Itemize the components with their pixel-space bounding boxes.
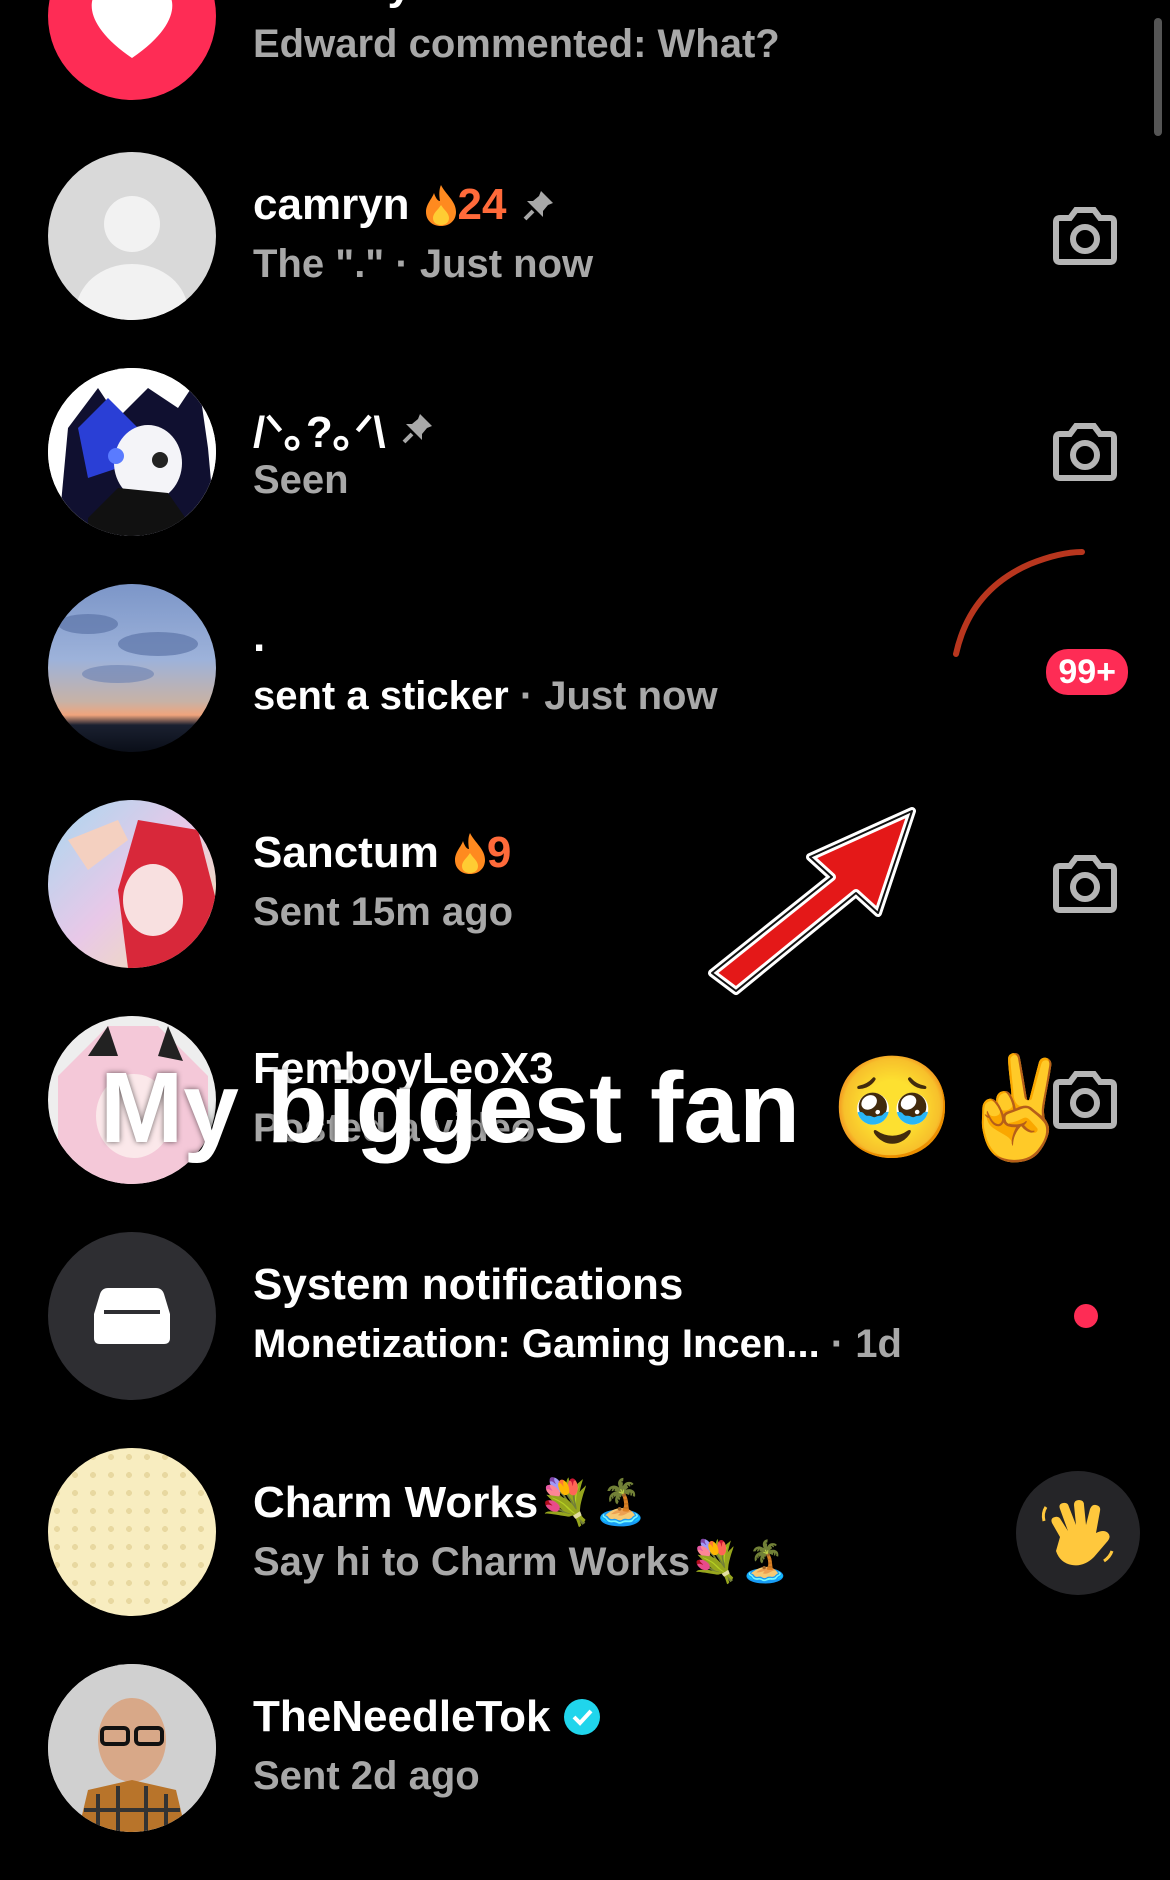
inbox-icon xyxy=(94,1288,170,1344)
profile-photo-image xyxy=(48,1664,216,1832)
avatar xyxy=(48,152,216,320)
pin-icon xyxy=(523,191,553,221)
caption-emoji: 🥹✌️ xyxy=(830,1052,1080,1164)
sky-avatar-image xyxy=(58,614,198,683)
heart-icon xyxy=(91,0,173,58)
row-name: . xyxy=(253,612,266,661)
camera-icon[interactable] xyxy=(1050,854,1120,914)
streak: 9 xyxy=(453,828,511,878)
row-subtitle: Seen xyxy=(253,458,349,502)
annotation-curve xyxy=(953,549,1085,657)
row-subtitle-time: · Just now xyxy=(508,674,718,718)
anime-avatar-image xyxy=(68,820,216,968)
default-avatar-icon xyxy=(76,196,188,320)
streak-count: 24 xyxy=(457,180,507,229)
list-item-camryn[interactable]: camryn 24 The "." · Just now xyxy=(0,128,1170,344)
unread-dot xyxy=(1074,1304,1098,1328)
row-name: System notifications xyxy=(253,1260,684,1309)
avatar xyxy=(48,1232,216,1400)
row-name: Sanctum xyxy=(253,828,439,877)
caption-text: My biggest fan xyxy=(100,1052,801,1164)
row-subtitle-time: · 1d xyxy=(819,1322,902,1366)
row-name: Activity xyxy=(253,0,412,10)
streak-count: 9 xyxy=(486,828,512,877)
list-item-theneedletok[interactable]: TheNeedleTok Sent 2d ago xyxy=(0,1640,1170,1856)
caption-overlay: My biggest fan 🥹✌️ xyxy=(100,1050,1079,1167)
row-subtitle: Sent 15m ago xyxy=(253,890,514,934)
row-subtitle: Say hi to Charm Works💐🏝️ xyxy=(253,1540,790,1584)
list-item-kaomoji[interactable]: /ᐠ｡?｡ᐟ\ Seen xyxy=(0,344,1170,560)
avatar xyxy=(48,800,216,968)
arrow-icon xyxy=(708,807,916,995)
row-subtitle: The "." · Just now xyxy=(253,242,594,286)
row-name: camryn xyxy=(253,180,410,229)
camera-icon[interactable] xyxy=(1050,422,1120,482)
fire-icon xyxy=(454,833,485,874)
row-name: /ᐠ｡?｡ᐟ\ xyxy=(253,408,386,457)
row-name: TheNeedleTok xyxy=(253,1692,551,1741)
row-subtitle-bold: sent a sticker xyxy=(253,674,509,718)
row-subtitle: Sent 2d ago xyxy=(253,1754,480,1798)
activity-avatar xyxy=(48,0,216,100)
list-item-system-notifications[interactable]: System notifications Monetization: Gamin… xyxy=(0,1208,1170,1424)
fire-icon xyxy=(425,185,456,226)
camera-icon[interactable] xyxy=(1050,206,1120,266)
wave-icon xyxy=(1041,1500,1114,1566)
list-item-sanctum[interactable]: Sanctum 9 Sent 15m ago xyxy=(0,776,1170,992)
list-item-activity[interactable]: Activity Edward commented: What? xyxy=(0,0,1170,124)
pin-icon xyxy=(402,414,432,444)
anime-avatar-image xyxy=(48,368,216,536)
streak: 24 xyxy=(424,180,507,230)
avatar xyxy=(48,584,216,752)
wave-button[interactable] xyxy=(1016,1471,1140,1595)
verified-icon xyxy=(564,1699,601,1735)
avatar xyxy=(48,1664,216,1832)
list-item-charm-works[interactable]: Charm Works💐🏝️ Say hi to Charm Works💐🏝️ xyxy=(0,1424,1170,1640)
row-subtitle-bold: Monetization: Gaming Incen... xyxy=(253,1322,820,1366)
avatar xyxy=(48,1448,216,1616)
avatar xyxy=(48,368,216,536)
row-name: Charm Works💐🏝️ xyxy=(253,1478,648,1527)
row-subtitle: Edward commented: What? xyxy=(253,22,780,66)
